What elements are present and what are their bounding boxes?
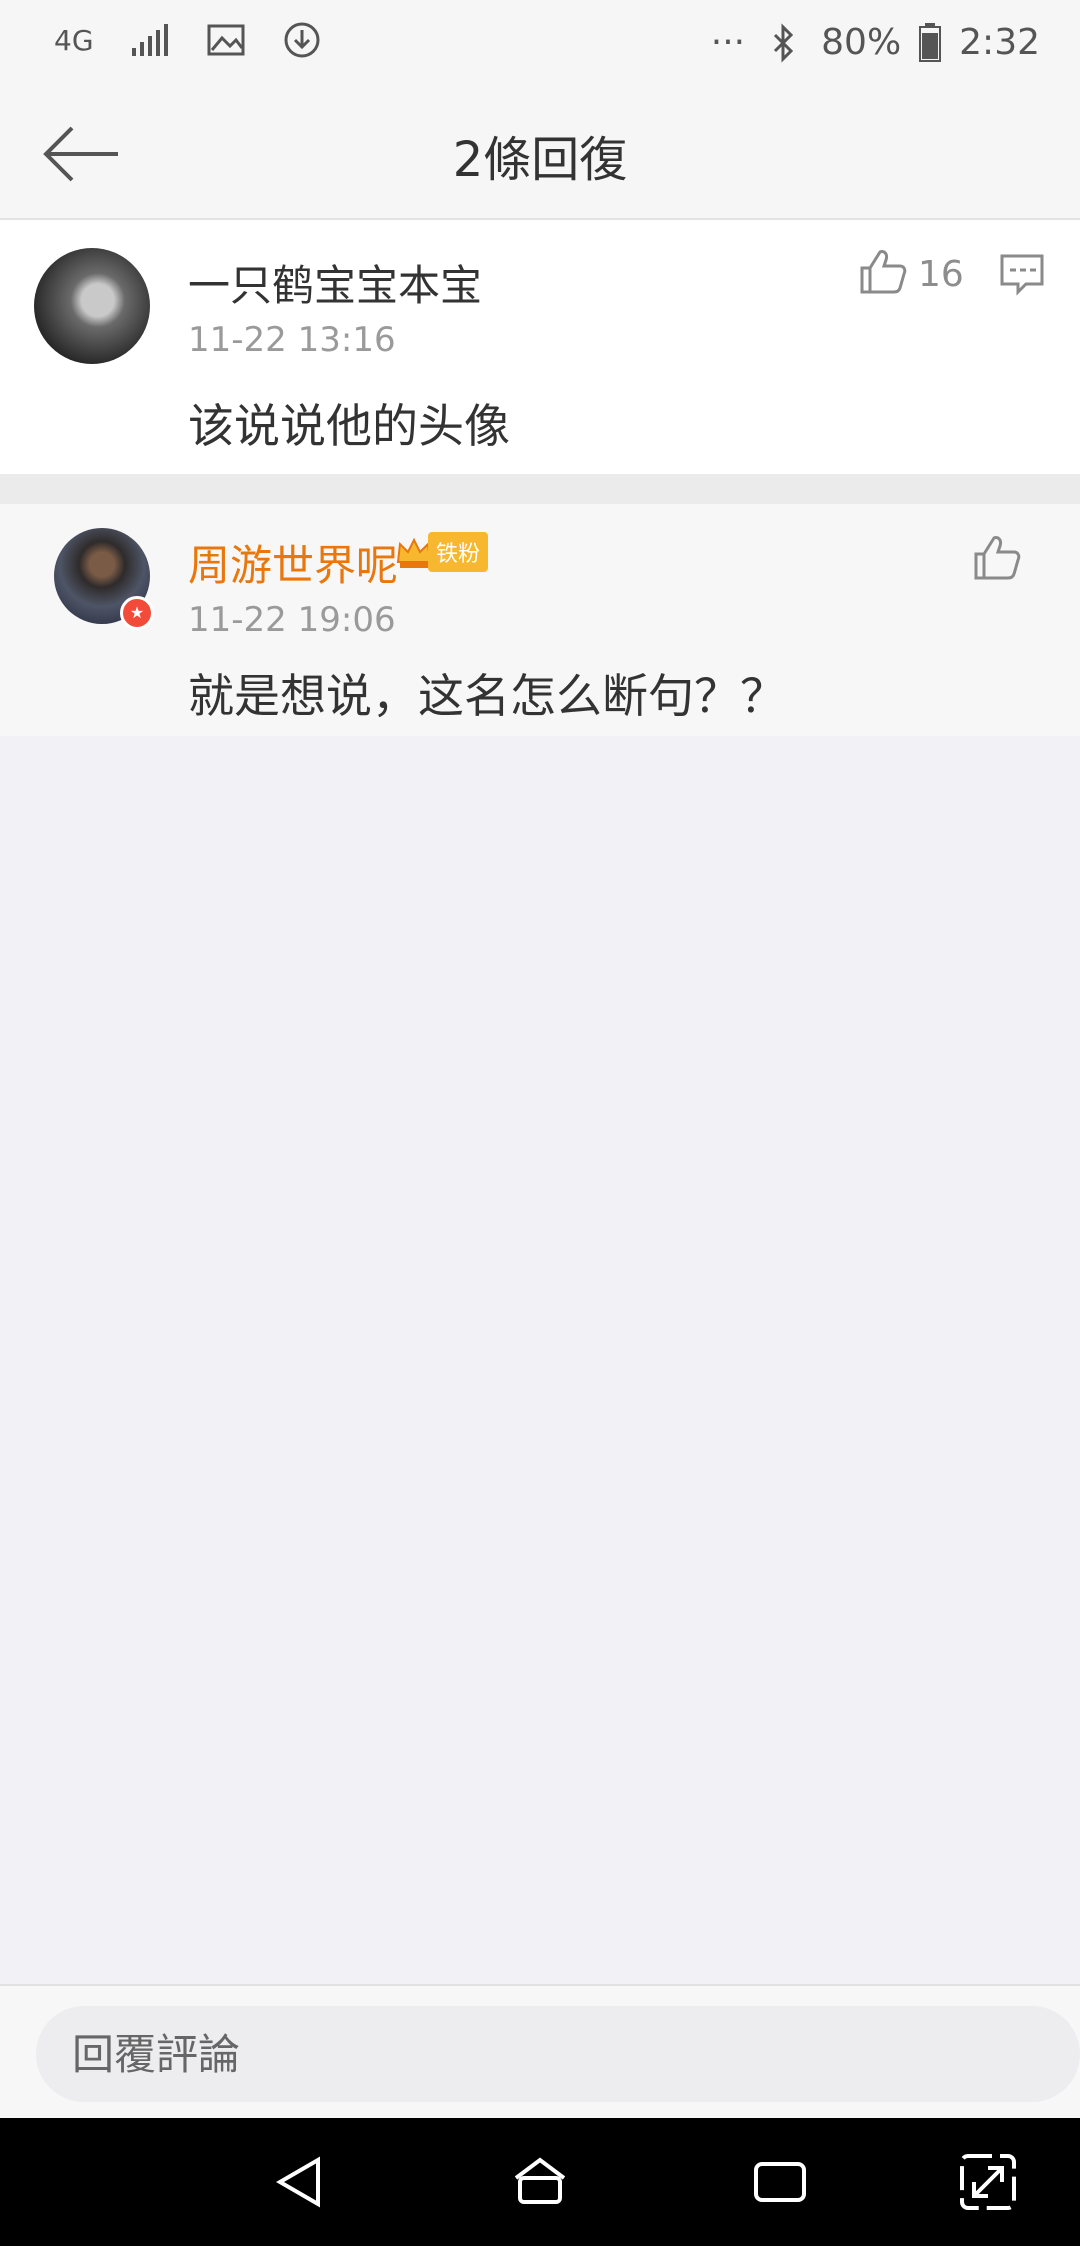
download-icon [284,22,320,58]
avatar[interactable] [34,248,150,364]
battery-icon [919,22,942,62]
reply-bar [0,1984,1080,2120]
verified-badge-icon: ★ [120,596,154,630]
status-left: 4G [54,20,322,60]
comment-time: 11-22 13:16 [188,320,396,360]
battery-percent: 80% [821,22,902,63]
comment-time: 11-22 19:06 [188,600,396,640]
nav-home-icon[interactable] [510,2152,570,2212]
fan-badge-label: 铁粉 [428,532,489,572]
more-indicator: ··· [710,22,746,63]
comment-reply-icon[interactable] [998,250,1046,298]
comment-item[interactable]: ★ 周游世界呢 铁粉 11-22 19:06 就是想说，这名怎么断句？？ [0,504,1080,736]
image-icon [207,24,245,56]
like-icon[interactable] [856,246,908,298]
comment-text: 该说说他的头像 [188,399,510,453]
section-divider [0,474,1080,504]
network-indicator: 4G [54,23,94,57]
signal-icon [131,24,168,56]
comment-username[interactable]: 一只鹤宝宝本宝 [188,252,482,313]
bluetooth-icon [774,22,794,63]
header: 2條回復 [0,90,1080,220]
nav-recents-icon[interactable] [750,2152,810,2212]
clock: 2:32 [959,22,1040,63]
status-bar: 4G ··· 80% 2:32 [0,0,1080,90]
nav-back-icon[interactable] [270,2152,330,2212]
page-title: 2條回復 [452,132,628,188]
comment-username[interactable]: 周游世界呢 [188,532,398,593]
status-right: ··· 80% 2:32 [711,22,1040,63]
system-nav-bar [0,2118,1080,2246]
nav-expand-icon[interactable] [958,2152,1018,2212]
comment-text: 就是想说，这名怎么断句？？ [188,669,786,723]
fan-badge: 铁粉 [394,532,489,572]
like-icon[interactable] [970,532,1022,584]
reply-input[interactable] [36,2006,1080,2102]
like-count: 16 [918,254,964,295]
comment-item[interactable]: 一只鹤宝宝本宝 11-22 13:16 该说说他的头像 16 [0,220,1080,474]
